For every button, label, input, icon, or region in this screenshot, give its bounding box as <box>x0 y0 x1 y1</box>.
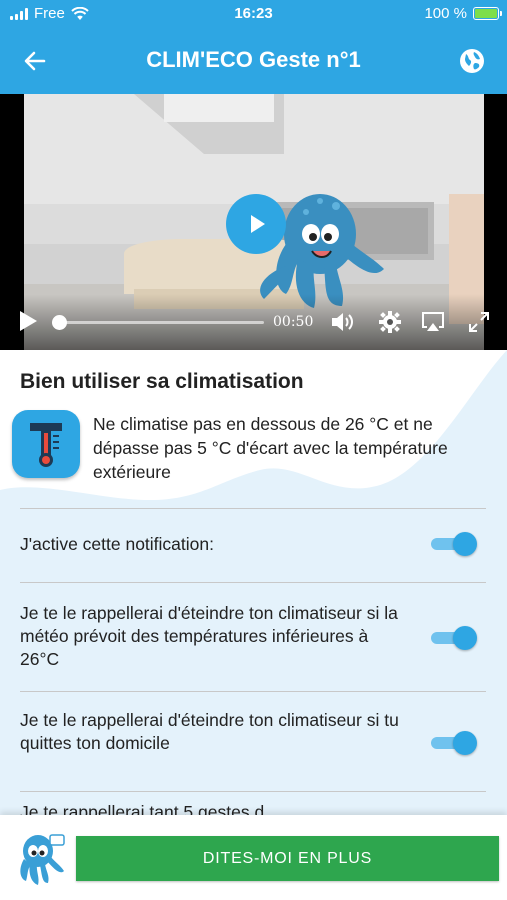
video-play-button[interactable] <box>16 309 40 333</box>
video-progress-track[interactable] <box>58 321 264 324</box>
settings-button[interactable] <box>377 309 403 335</box>
section-title: Bien utiliser sa climatisation <box>20 370 304 393</box>
thermometer-icon <box>30 423 62 467</box>
video-player[interactable]: 00:50 <box>0 94 507 350</box>
tell-me-more-button[interactable]: DITES-MOI EN PLUS <box>76 836 499 881</box>
video-play-overlay-button[interactable] <box>226 194 286 254</box>
volume-icon <box>332 313 353 331</box>
content-area: Bien utiliser sa climatisation Ne climat… <box>0 350 507 815</box>
notification-toggle[interactable] <box>431 532 477 556</box>
home-reminder-toggle[interactable] <box>431 731 477 755</box>
play-icon <box>20 311 37 331</box>
status-bar: Free 16:23 100 % <box>0 0 507 28</box>
airplay-icon <box>422 312 444 331</box>
divider <box>20 791 486 792</box>
app-header: CLIM'ECO Geste n°1 <box>0 28 507 94</box>
divider <box>20 508 486 509</box>
setting-label-home: Je te le rappellerai d'éteindre ton clim… <box>20 710 399 753</box>
arrow-left-icon <box>24 51 46 71</box>
octopus-mascot-icon <box>14 831 66 887</box>
fullscreen-icon <box>469 312 489 332</box>
battery-fill <box>475 9 497 18</box>
partial-setting-label: Je te rappellerai tant 5 gestes d... <box>20 802 279 815</box>
setting-label-notification: J'active cette notification: <box>20 534 214 554</box>
volume-button[interactable] <box>330 309 356 335</box>
battery-icon <box>473 7 502 20</box>
page-title: CLIM'ECO Geste n°1 <box>146 47 361 72</box>
tip-icon-tile <box>12 410 80 478</box>
play-icon <box>251 215 265 233</box>
airplay-button[interactable] <box>420 309 446 335</box>
video-progress-handle[interactable] <box>52 315 67 330</box>
footer-bar: DITES-MOI EN PLUS <box>0 815 507 900</box>
video-time: 00:50 <box>273 314 314 330</box>
divider <box>20 582 486 583</box>
tip-text: Ne climatise pas en dessous de 26 °C et … <box>93 414 448 482</box>
divider <box>20 691 486 692</box>
battery-label: 100 % <box>424 5 467 22</box>
gear-icon <box>379 311 401 333</box>
video-controls: 00:50 <box>0 294 507 350</box>
language-button[interactable] <box>455 44 489 78</box>
status-right: 100 % <box>424 5 502 22</box>
fullscreen-button[interactable] <box>466 309 492 335</box>
globe-icon <box>460 49 484 73</box>
back-button[interactable] <box>18 44 52 78</box>
weather-reminder-toggle[interactable] <box>431 626 477 650</box>
setting-label-weather: Je te le rappellerai d'éteindre ton clim… <box>20 603 398 669</box>
